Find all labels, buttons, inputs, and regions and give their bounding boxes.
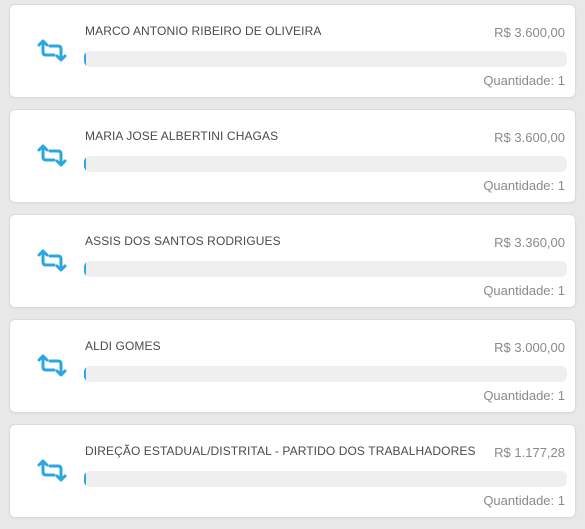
progress-bar xyxy=(84,51,567,67)
donation-amount: R$ 1.177,28 xyxy=(494,445,565,460)
donor-card[interactable]: ALDI GOMES R$ 3.000,00 Quantidade: 1 xyxy=(9,319,576,413)
progress-fill xyxy=(84,156,86,172)
retweet-icon xyxy=(36,249,68,273)
donor-name: MARIA JOSE ALBERTINI CHAGAS xyxy=(85,129,279,143)
quantity-label: Quantidade: 1 xyxy=(483,493,565,508)
progress-fill xyxy=(84,261,86,277)
donor-name: ALDI GOMES xyxy=(85,339,161,353)
progress-fill xyxy=(84,366,86,382)
donor-name: MARCO ANTONIO RIBEIRO DE OLIVEIRA xyxy=(85,24,322,38)
quantity-label: Quantidade: 1 xyxy=(483,388,565,403)
donor-card[interactable]: MARCO ANTONIO RIBEIRO DE OLIVEIRA R$ 3.6… xyxy=(9,4,576,98)
retweet-icon xyxy=(36,39,68,63)
progress-bar xyxy=(84,261,567,277)
progress-bar xyxy=(84,366,567,382)
retweet-icon xyxy=(36,459,68,483)
progress-fill xyxy=(84,471,86,487)
donor-card[interactable]: MARIA JOSE ALBERTINI CHAGAS R$ 3.600,00 … xyxy=(9,109,576,203)
donation-amount: R$ 3.600,00 xyxy=(494,130,565,145)
quantity-label: Quantidade: 1 xyxy=(483,283,565,298)
progress-fill xyxy=(84,51,86,67)
retweet-icon xyxy=(36,354,68,378)
progress-bar xyxy=(84,471,567,487)
progress-bar xyxy=(84,156,567,172)
donor-list: MARCO ANTONIO RIBEIRO DE OLIVEIRA R$ 3.6… xyxy=(9,4,576,529)
donor-name: DIREÇÃO ESTADUAL/DISTRITAL - PARTIDO DOS… xyxy=(85,444,476,458)
donation-amount: R$ 3.600,00 xyxy=(494,25,565,40)
donation-amount: R$ 3.360,00 xyxy=(494,235,565,250)
donor-card[interactable]: DIREÇÃO ESTADUAL/DISTRITAL - PARTIDO DOS… xyxy=(9,424,576,518)
donor-name: ASSIS DOS SANTOS RODRIGUES xyxy=(85,234,281,248)
retweet-icon xyxy=(36,144,68,168)
quantity-label: Quantidade: 1 xyxy=(483,73,565,88)
donor-card[interactable]: ASSIS DOS SANTOS RODRIGUES R$ 3.360,00 Q… xyxy=(9,214,576,308)
quantity-label: Quantidade: 1 xyxy=(483,178,565,193)
donation-amount: R$ 3.000,00 xyxy=(494,340,565,355)
